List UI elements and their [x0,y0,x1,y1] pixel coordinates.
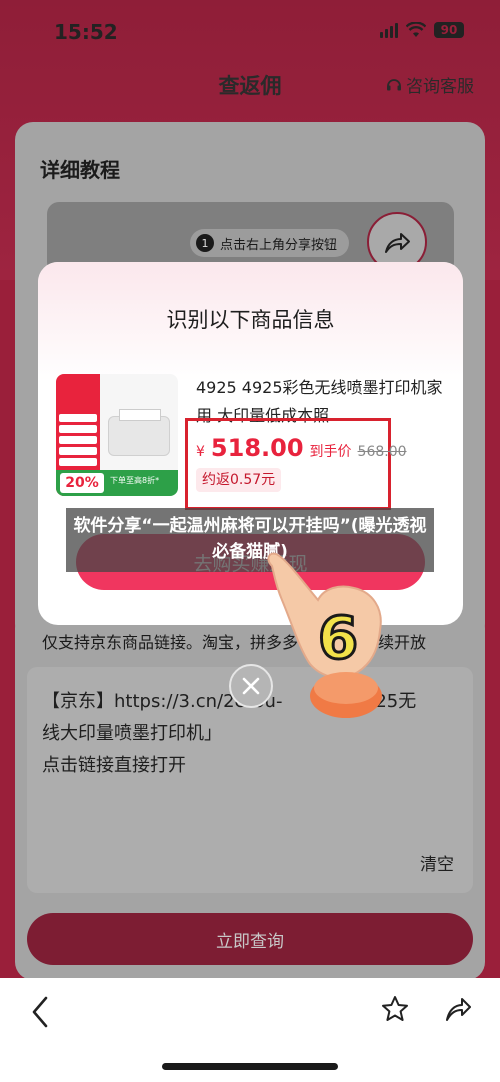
battery-icon: 90 [434,22,464,38]
home-indicator [162,1063,338,1070]
query-button[interactable]: 立即查询 [27,913,473,965]
signal-icon [380,22,398,38]
link-line-3: 点击链接直接打开 [42,755,186,776]
close-icon [242,677,260,695]
price-label: 到手价 [309,444,352,460]
status-bar: 15:52 90 [0,0,500,62]
status-time: 15:52 [54,20,118,44]
clear-button[interactable]: 清空 [420,850,454,875]
tip-text: 点击右上角分享按钮 [220,237,338,253]
tutorial-title: 详细教程 [40,158,120,182]
pointing-hand-sticker: 6 [267,552,382,718]
share-icon[interactable] [443,994,473,1024]
original-price: 568.00 [357,444,407,460]
product-image[interactable]: 20% 下单至高8折* [56,374,178,496]
share-arrow-icon [385,233,410,253]
favorite-star-icon[interactable] [380,994,410,1024]
customer-service-label: 咨询客服 [406,77,474,97]
link-line-2: 线大印量喷墨打印机」 [42,723,222,744]
status-icons: 90 [380,22,464,38]
rebate-tag: 约返0.57元 [196,468,282,492]
thumb-promo: 下单至高8折* [110,476,160,485]
customer-service-button[interactable]: 咨询客服 [386,72,474,97]
back-arrow-icon[interactable] [26,994,54,1030]
price-row: ¥ 518.00 到手价 568.00 [196,434,407,462]
browser-bottom-bar [0,978,500,1082]
wifi-icon [406,22,426,37]
price-highlight-frame [185,418,391,510]
sticker-number: 6 [318,604,358,672]
tutorial-tip: 1 点击右上角分享按钮 [190,229,350,257]
headset-icon [387,78,401,90]
price-currency: ¥ [196,444,205,460]
tip-number: 1 [196,234,214,252]
thumb-discount: 20% [60,473,104,493]
modal-title: 识别以下商品信息 [166,308,335,332]
printer-picture [108,409,170,456]
product-price: 518.00 [210,434,304,462]
